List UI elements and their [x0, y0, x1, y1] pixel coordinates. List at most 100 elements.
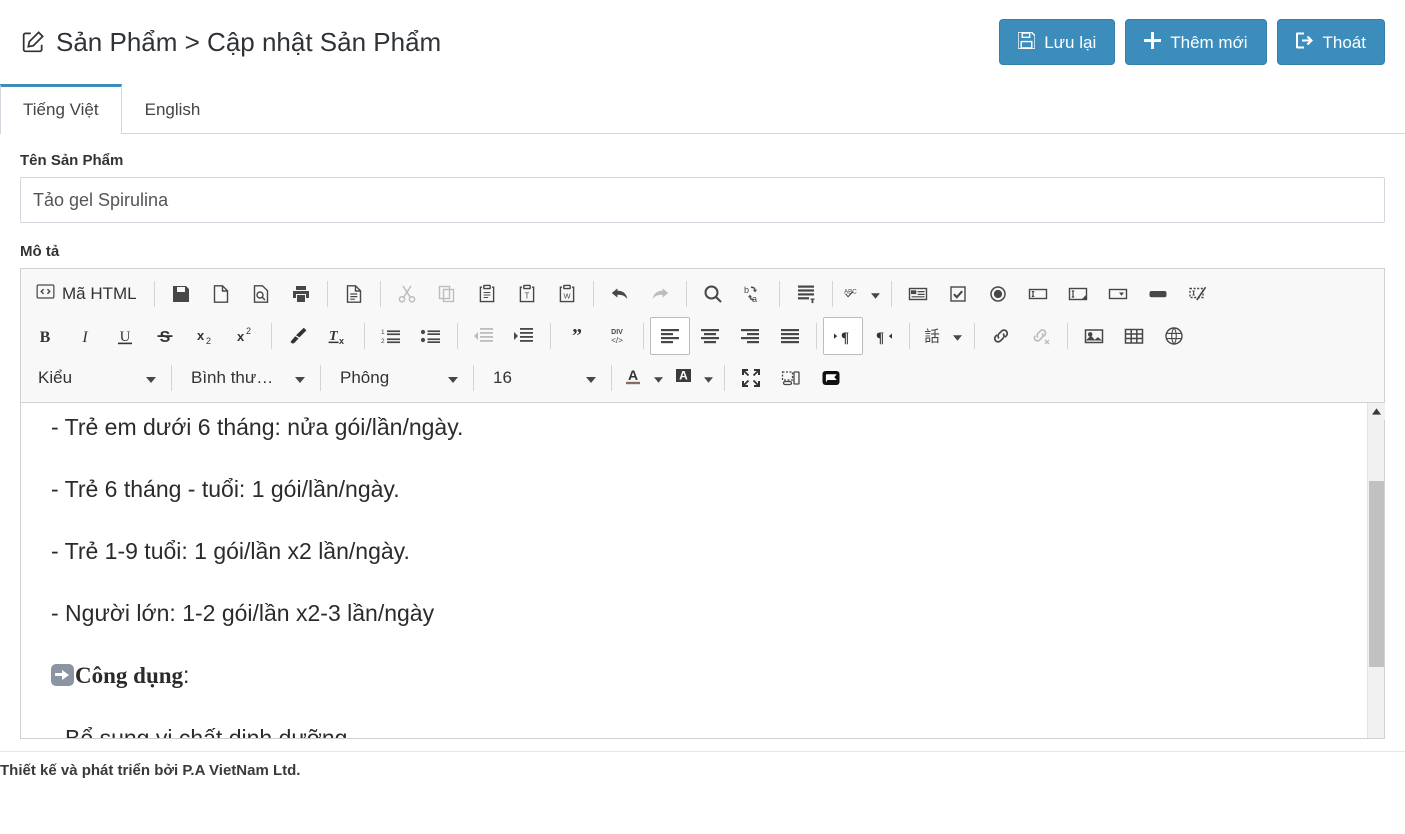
remove-format-brush-icon[interactable] — [278, 317, 318, 355]
page-footer: Thiết kế và phát triển bởi P.A VietNam L… — [0, 739, 1405, 779]
checkbox-icon[interactable] — [938, 275, 978, 313]
image-icon[interactable] — [1074, 317, 1114, 355]
superscript-icon[interactable]: x2 — [225, 317, 265, 355]
align-center-icon[interactable] — [690, 317, 730, 355]
toolbar-separator — [457, 323, 458, 349]
align-right-icon[interactable] — [730, 317, 770, 355]
div-container-icon[interactable]: DIV </> — [597, 317, 637, 355]
description-label: Mô tả — [20, 243, 60, 260]
templates-icon[interactable] — [334, 275, 374, 313]
table-icon[interactable] — [1114, 317, 1154, 355]
background-color-button[interactable]: A — [668, 359, 718, 397]
text-color-button[interactable]: A — [618, 359, 668, 397]
toolbar-separator — [1067, 323, 1068, 349]
save-button[interactable]: Lưu lại — [999, 19, 1116, 65]
text-direction-ltr-icon[interactable]: ¶ — [823, 317, 863, 355]
source-code-label: Mã HTML — [62, 284, 137, 303]
align-left-icon[interactable] — [650, 317, 690, 355]
editor-vertical-scrollbar[interactable] — [1367, 403, 1385, 738]
strikethrough-icon[interactable]: S — [145, 317, 185, 355]
add-new-button[interactable]: Thêm mới — [1125, 19, 1267, 65]
spell-check-icon[interactable]: ABC — [839, 275, 885, 313]
new-page-icon[interactable] — [201, 275, 241, 313]
editor-line: - Trẻ em dưới 6 tháng: nửa gói/lần/ngày. — [51, 414, 464, 440]
form-icon[interactable] — [898, 275, 938, 313]
maximize-icon[interactable] — [731, 359, 771, 397]
tab-english[interactable]: English — [122, 84, 224, 134]
unlink-icon[interactable] — [1021, 317, 1061, 355]
scrollbar-thumb[interactable] — [1369, 481, 1384, 667]
tab-english-label: English — [144, 100, 201, 119]
svg-text:DIV: DIV — [611, 329, 623, 336]
save-doc-icon[interactable] — [161, 275, 201, 313]
font-size-dropdown[interactable]: 16 — [480, 359, 605, 397]
blockquote-icon[interactable]: ” — [557, 317, 597, 355]
paste-from-word-icon[interactable]: W — [547, 275, 587, 313]
flag-icon[interactable] — [811, 359, 851, 397]
svg-text:x: x — [197, 328, 205, 343]
select-all-icon[interactable] — [786, 275, 826, 313]
svg-text:A: A — [628, 367, 638, 383]
language-icon[interactable]: 話 — [916, 317, 968, 355]
outdent-icon[interactable] — [464, 317, 504, 355]
button-icon[interactable] — [1138, 275, 1178, 313]
underline-icon[interactable]: U — [105, 317, 145, 355]
italic-icon[interactable]: I — [65, 317, 105, 355]
tab-tieng-viet-label: Tiếng Việt — [23, 100, 99, 119]
scroll-up-arrow-icon[interactable] — [1368, 403, 1385, 420]
cut-icon[interactable] — [387, 275, 427, 313]
svg-text:2: 2 — [381, 338, 385, 345]
image-button-icon[interactable] — [1178, 275, 1218, 313]
svg-text:¶: ¶ — [876, 330, 884, 346]
svg-text:A: A — [679, 368, 688, 382]
font-dropdown[interactable]: Phông — [327, 359, 467, 397]
iframe-globe-icon[interactable] — [1154, 317, 1194, 355]
radio-button-icon[interactable] — [978, 275, 1018, 313]
textarea-icon[interactable] — [1058, 275, 1098, 313]
replace-icon[interactable]: ba — [733, 275, 773, 313]
show-blocks-icon[interactable] — [771, 359, 811, 397]
toolbar-separator — [550, 323, 551, 349]
link-icon[interactable] — [981, 317, 1021, 355]
editor-editable-region[interactable]: - Trẻ em dưới 6 tháng: nửa gói/lần/ngày.… — [21, 403, 1367, 738]
remove-text-format-icon[interactable]: Tx — [318, 317, 358, 355]
svg-text:¶: ¶ — [841, 330, 849, 346]
right-arrow-emoji — [51, 664, 74, 687]
text-field-icon[interactable] — [1018, 275, 1058, 313]
subscript-icon[interactable]: x2 — [185, 317, 225, 355]
text-direction-rtl-icon[interactable]: ¶ — [863, 317, 903, 355]
source-code-button[interactable]: Mã HTML — [25, 275, 148, 313]
paste-plain-text-icon[interactable]: T — [507, 275, 547, 313]
select-field-icon[interactable] — [1098, 275, 1138, 313]
exit-button[interactable]: Thoát — [1276, 19, 1385, 65]
footer-text: Thiết kế và phát triển bởi P.A VietNam L… — [0, 762, 301, 779]
svg-text:b: b — [744, 285, 749, 295]
page-title: Sản Phẩm > Cập nhật Sản Phẩm — [20, 27, 441, 58]
floppy-save-icon — [1017, 31, 1036, 52]
numbered-list-icon[interactable]: 12 — [371, 317, 411, 355]
toolbar-separator — [271, 323, 272, 349]
justify-icon[interactable] — [770, 317, 810, 355]
paste-icon[interactable] — [467, 275, 507, 313]
chevron-down-icon — [586, 368, 596, 388]
styles-dropdown[interactable]: Kiểu — [25, 359, 165, 397]
product-form: Tên Sản Phẩm Mô tả Mã HTML — [0, 134, 1405, 739]
find-icon[interactable] — [693, 275, 733, 313]
print-icon[interactable] — [281, 275, 321, 313]
bulleted-list-icon[interactable] — [411, 317, 451, 355]
redo-icon[interactable] — [640, 275, 680, 313]
indent-icon[interactable] — [504, 317, 544, 355]
tab-tieng-viet[interactable]: Tiếng Việt — [0, 84, 122, 134]
copy-icon[interactable] — [427, 275, 467, 313]
svg-text:x: x — [339, 336, 344, 346]
paragraph-format-dropdown[interactable]: Bình thư… — [178, 359, 314, 397]
undo-icon[interactable] — [600, 275, 640, 313]
editor-content-area: - Trẻ em dưới 6 tháng: nửa gói/lần/ngày.… — [21, 403, 1385, 738]
chevron-down-icon — [295, 368, 305, 388]
product-name-label: Tên Sản Phẩm — [20, 152, 124, 169]
product-name-input[interactable] — [20, 177, 1385, 223]
preview-icon[interactable] — [241, 275, 281, 313]
bold-icon[interactable]: B — [25, 317, 65, 355]
toolbar-separator — [320, 365, 321, 391]
editor-line: - Bổ sung vi chất dinh dưỡng. — [51, 724, 1353, 738]
